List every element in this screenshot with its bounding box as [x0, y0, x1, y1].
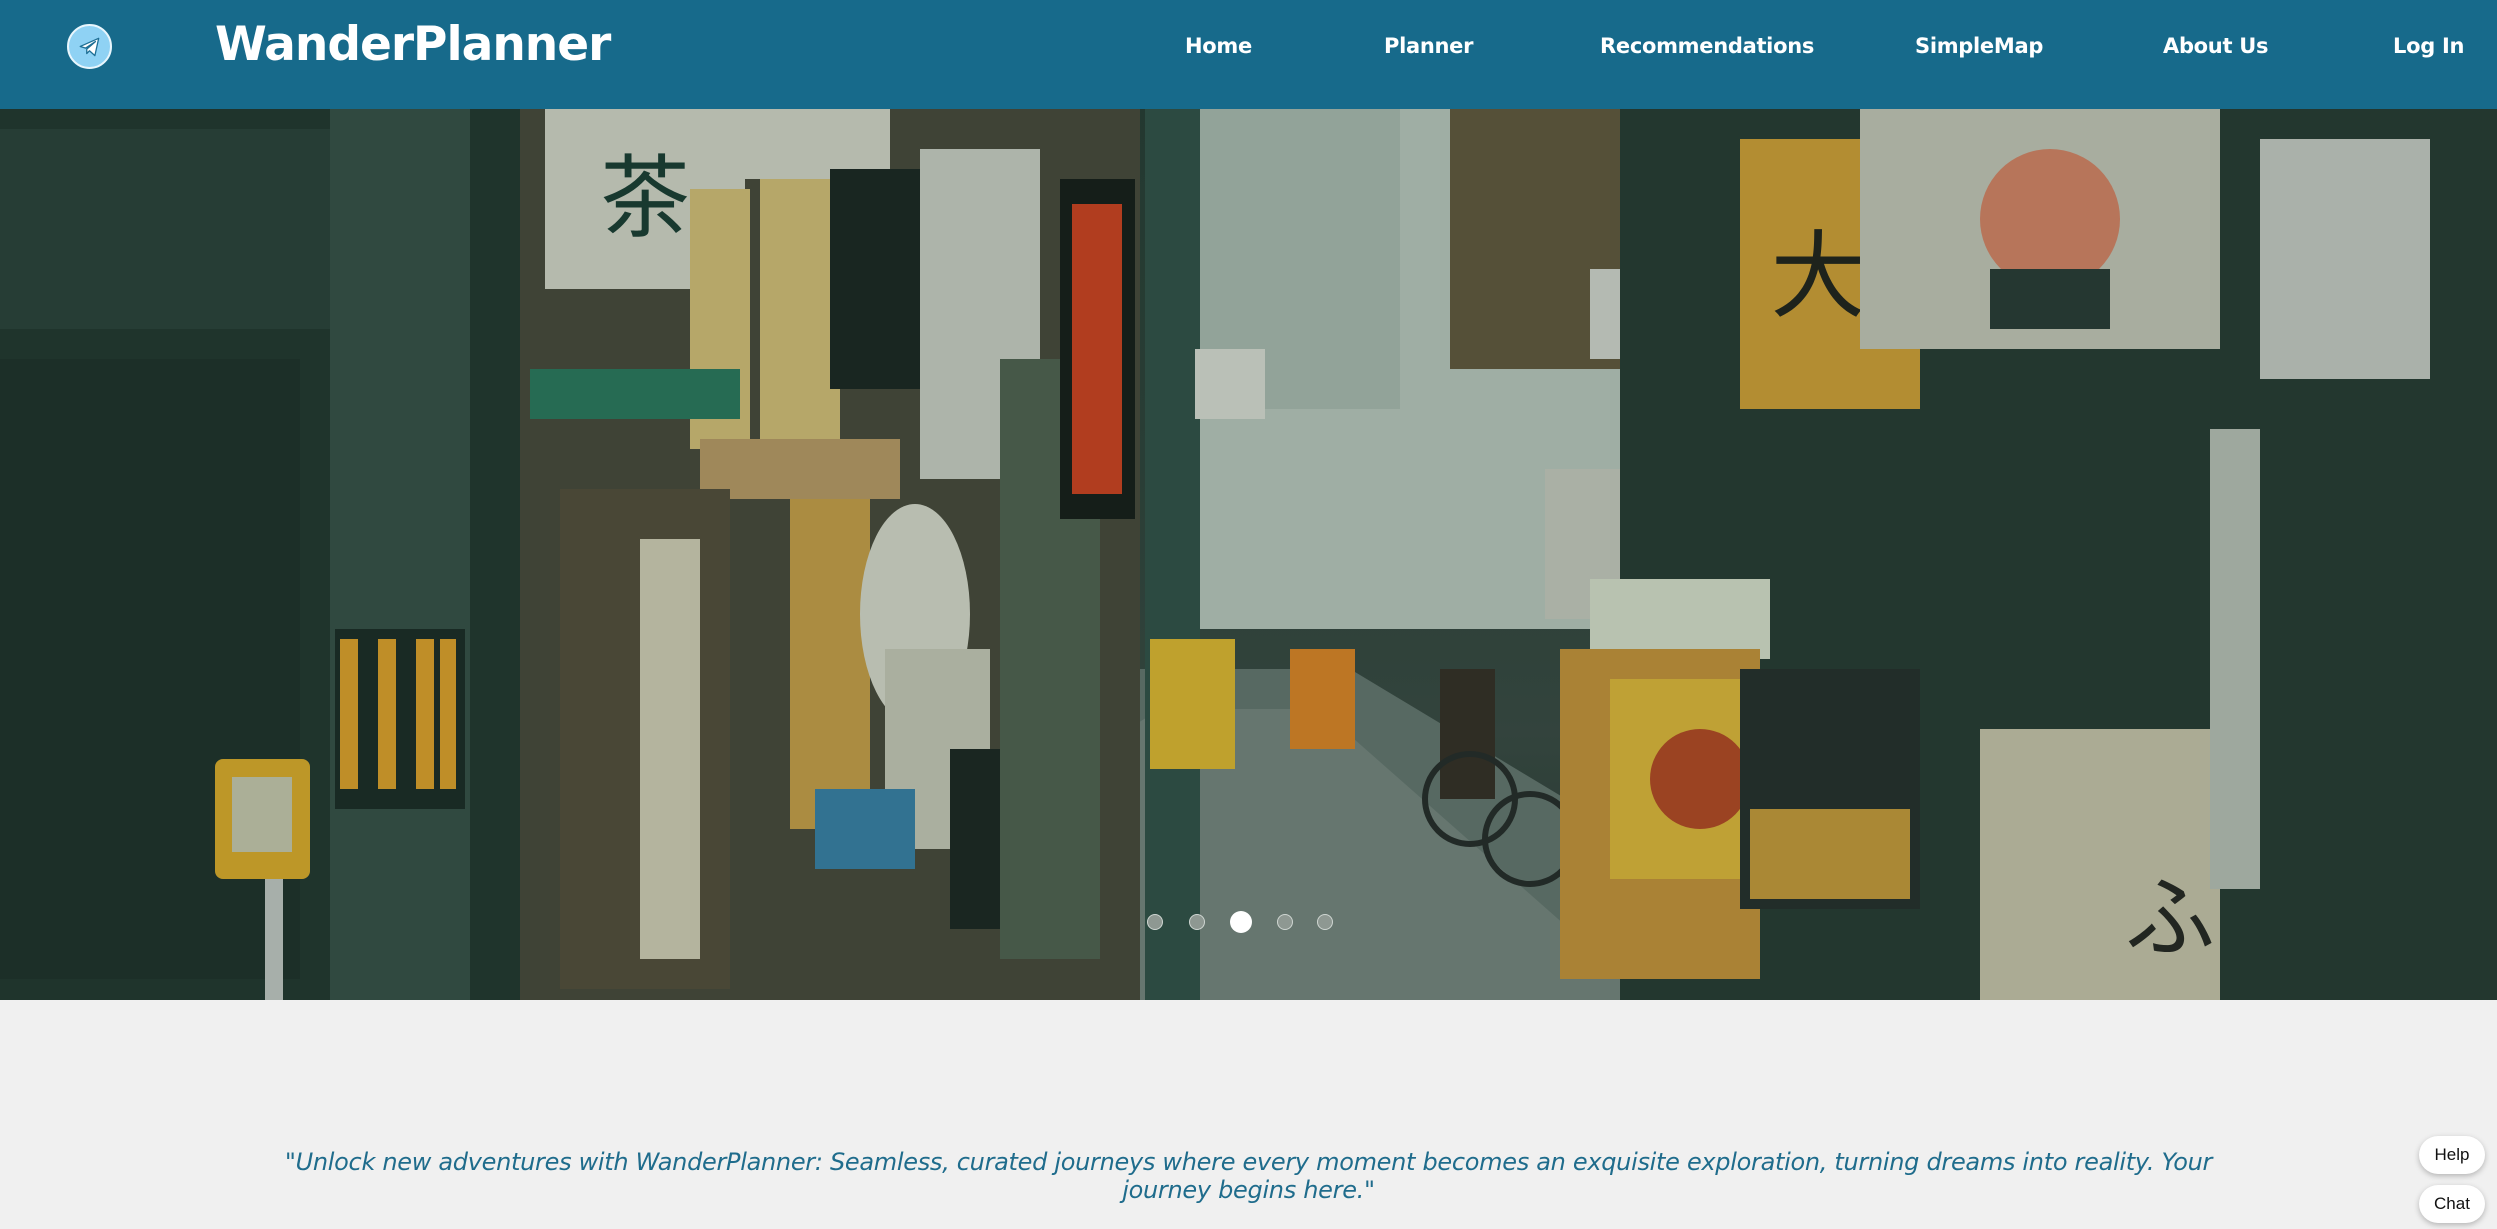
hero-carousel: 茶 大 ふ [0, 109, 2497, 1000]
nav-simplemap-link[interactable]: SimpleMap [1915, 30, 2043, 62]
hero-image: 茶 大 ふ [0, 109, 2497, 1000]
carousel-dot-3[interactable] [1230, 911, 1252, 933]
nav-login-link[interactable]: Log In [2393, 30, 2464, 62]
carousel-dot-4[interactable] [1277, 914, 1293, 930]
carousel-indicators [0, 906, 2497, 936]
paper-plane-icon[interactable] [67, 24, 112, 69]
help-button[interactable]: Help [2419, 1136, 2485, 1174]
nav-recommendations-link[interactable]: Recommendations [1600, 30, 1814, 62]
nav-planner-link[interactable]: Planner [1384, 30, 1473, 62]
hero-tagline: "Unlock new adventures with WanderPlanne… [284, 1148, 2213, 1204]
chat-button[interactable]: Chat [2419, 1185, 2485, 1223]
carousel-dot-1[interactable] [1147, 914, 1163, 930]
brand-title[interactable]: WanderPlanner [215, 14, 611, 76]
nav-about-link[interactable]: About Us [2163, 30, 2268, 62]
carousel-dot-5[interactable] [1317, 914, 1333, 930]
top-navbar: WanderPlanner Home Planner Recommendatio… [0, 0, 2497, 109]
nav-home-link[interactable]: Home [1185, 30, 1252, 62]
carousel-dot-2[interactable] [1189, 914, 1205, 930]
